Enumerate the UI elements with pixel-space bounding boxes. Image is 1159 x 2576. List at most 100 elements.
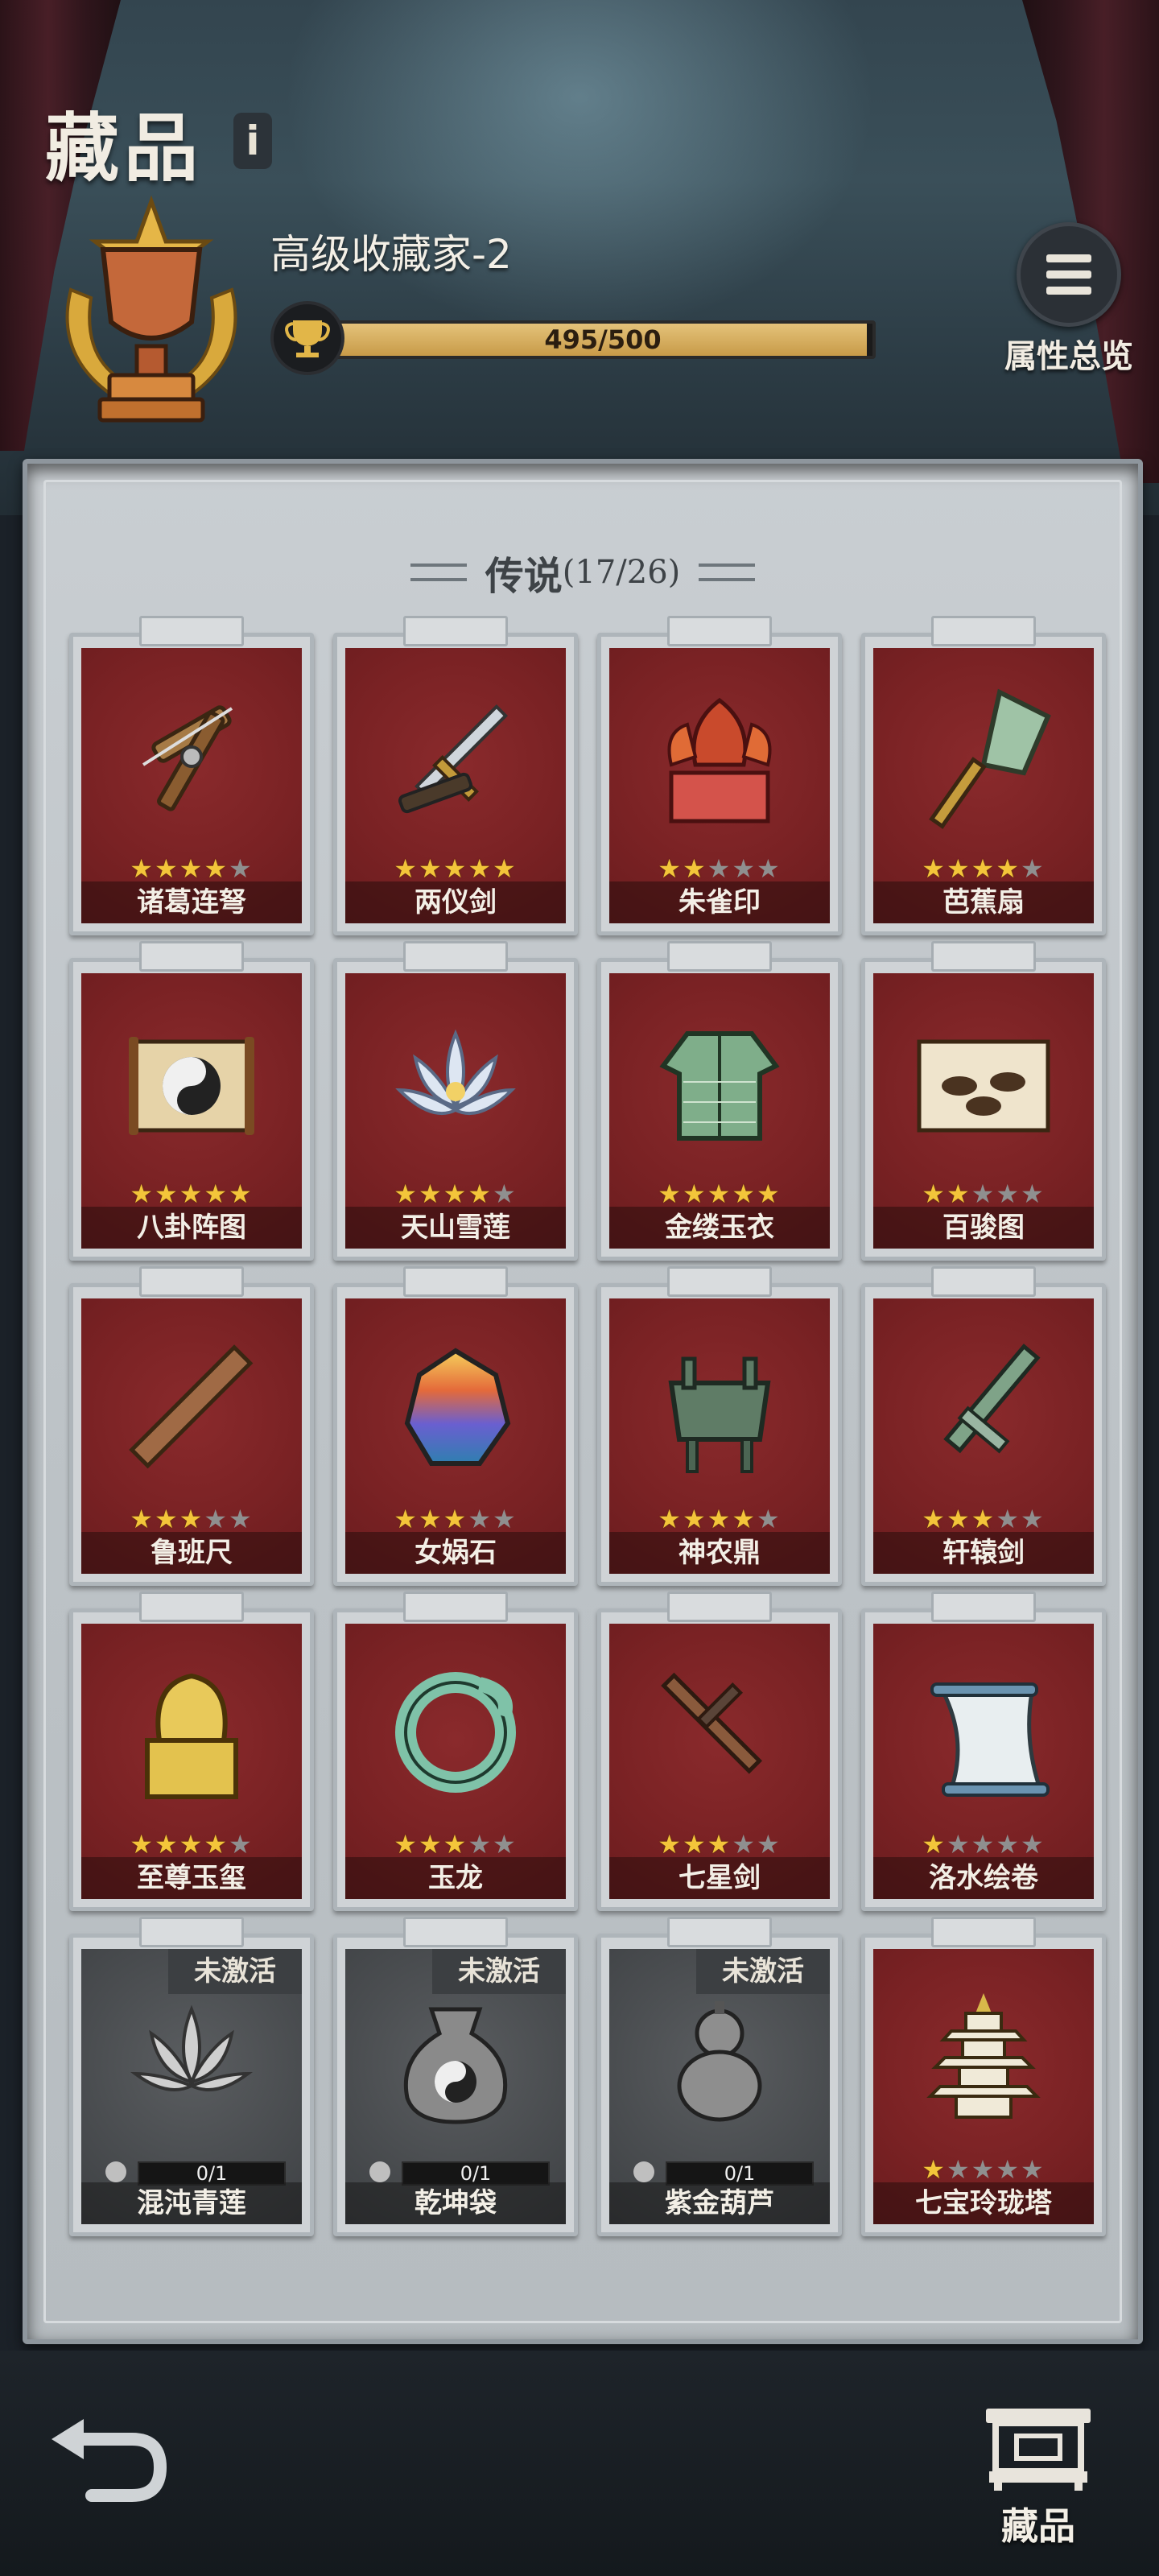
- collection-card[interactable]: 未激活 0/1 乾坤袋: [333, 1917, 578, 2236]
- card-name: 八卦阵图: [81, 1207, 302, 1249]
- star-empty-icon: ★: [229, 1829, 254, 1860]
- star-empty-icon: ★: [204, 1504, 229, 1534]
- collection-card[interactable]: ★★★★★ 天山雪莲: [333, 941, 578, 1261]
- xp-progress-bar: 495/500: [330, 320, 876, 359]
- star-rating: ★★★★★: [873, 1506, 1094, 1532]
- collection-card[interactable]: ★★★★★ 七宝玲珑塔: [861, 1917, 1106, 2236]
- card-face: ★★★★★ 芭蕉扇: [873, 648, 1094, 923]
- collection-card[interactable]: ★★★★★ 两仪剑: [333, 616, 578, 935]
- section-title: 传说: [485, 554, 563, 599]
- card-clip: [931, 941, 1036, 972]
- star-rating: ★★★★★: [873, 1181, 1094, 1207]
- star-filled-icon: ★: [229, 1179, 254, 1209]
- card-clip: [667, 1917, 772, 1947]
- bagua-pouch-icon: [345, 1973, 566, 2142]
- card-name: 乾坤袋: [345, 2182, 566, 2224]
- star-filled-icon: ★: [682, 853, 707, 884]
- star-empty-icon: ★: [757, 853, 782, 884]
- fan-icon: [873, 672, 1094, 841]
- star-filled-icon: ★: [418, 1179, 443, 1209]
- star-rating: ★★★★★: [81, 1831, 302, 1857]
- card-clip: [667, 616, 772, 646]
- card-face: ★★★★★ 金缕玉衣: [609, 973, 830, 1249]
- card-clip: [931, 1266, 1036, 1297]
- star-empty-icon: ★: [757, 1829, 782, 1860]
- star-filled-icon: ★: [204, 853, 229, 884]
- card-face: ★★★★★ 鲁班尺: [81, 1298, 302, 1574]
- star-filled-icon: ★: [179, 853, 204, 884]
- cabinet-icon: [986, 2409, 1091, 2491]
- card-name: 七宝玲珑塔: [873, 2182, 1094, 2224]
- collection-card[interactable]: 未激活 0/1 混沌青莲: [69, 1917, 314, 2236]
- star-empty-icon: ★: [1021, 2154, 1046, 2185]
- collection-tab-button[interactable]: 藏品: [958, 2404, 1119, 2557]
- star-empty-icon: ★: [971, 1829, 996, 1860]
- fragment-icon: [633, 2161, 654, 2182]
- collection-card[interactable]: ★★★★★ 神农鼎: [597, 1266, 842, 1586]
- collection-card[interactable]: ★★★★★ 芭蕉扇: [861, 616, 1106, 935]
- star-filled-icon: ★: [468, 853, 493, 884]
- star-rating: ★★★★★: [81, 856, 302, 881]
- star-empty-icon: ★: [971, 2154, 996, 2185]
- info-icon[interactable]: i: [233, 113, 272, 169]
- card-face: ★★★★★ 神农鼎: [609, 1298, 830, 1574]
- card-clip: [931, 1917, 1036, 1947]
- star-filled-icon: ★: [707, 1504, 732, 1534]
- star-empty-icon: ★: [946, 1829, 971, 1860]
- collection-card[interactable]: 未激活 0/1 紫金葫芦: [597, 1917, 842, 2236]
- back-button[interactable]: [43, 2415, 172, 2520]
- collection-card[interactable]: ★★★★★ 百骏图: [861, 941, 1106, 1261]
- card-name: 天山雪莲: [345, 1207, 566, 1249]
- star-filled-icon: ★: [971, 1504, 996, 1534]
- collection-panel[interactable]: 传说(17/26) ★★★★★ 诸葛连弩 ★★★★★ 两仪剑 ★★★★★ 朱雀印 ★★★★★…: [23, 459, 1143, 2344]
- jade-dragon-icon: [345, 1648, 566, 1817]
- collection-card[interactable]: ★★★★★ 轩辕剑: [861, 1266, 1106, 1586]
- card-clip: [931, 616, 1036, 646]
- collection-card[interactable]: ★★★★★ 洛水绘卷: [861, 1591, 1106, 1911]
- star-filled-icon: ★: [922, 2154, 947, 2185]
- star-filled-icon: ★: [658, 1829, 683, 1860]
- collection-card[interactable]: ★★★★★ 鲁班尺: [69, 1266, 314, 1586]
- collection-card[interactable]: ★★★★★ 女娲石: [333, 1266, 578, 1586]
- card-name: 神农鼎: [609, 1532, 830, 1574]
- rainbow-stone-icon: [345, 1323, 566, 1492]
- collection-card[interactable]: ★★★★★ 金缕玉衣: [597, 941, 842, 1261]
- collection-card[interactable]: ★★★★★ 诸葛连弩: [69, 616, 314, 935]
- star-filled-icon: ★: [707, 1179, 732, 1209]
- trophy-rank-icon: [47, 193, 256, 435]
- fragment-icon: [105, 2161, 126, 2182]
- star-empty-icon: ★: [707, 853, 732, 884]
- attribute-overview-button[interactable]: 属性总览: [988, 222, 1149, 375]
- star-filled-icon: ★: [204, 1179, 229, 1209]
- collection-card[interactable]: ★★★★★ 至尊玉玺: [69, 1591, 314, 1911]
- star-filled-icon: ★: [418, 1829, 443, 1860]
- inactive-tag: 未激活: [696, 1949, 830, 1994]
- card-name: 百骏图: [873, 1207, 1094, 1249]
- collection-card[interactable]: ★★★★★ 七星剑: [597, 1591, 842, 1911]
- collection-card[interactable]: ★★★★★ 玉龙: [333, 1591, 578, 1911]
- unlock-progress: 0/1: [369, 2160, 550, 2186]
- collection-card[interactable]: ★★★★★ 朱雀印: [597, 616, 842, 935]
- star-filled-icon: ★: [130, 1829, 155, 1860]
- star-rating: ★★★★★: [873, 2157, 1094, 2182]
- star-filled-icon: ★: [443, 1179, 468, 1209]
- collection-card[interactable]: ★★★★★ 八卦阵图: [69, 941, 314, 1261]
- unlock-progress: 0/1: [105, 2160, 286, 2186]
- horse-painting-icon: [873, 997, 1094, 1166]
- star-empty-icon: ★: [229, 853, 254, 884]
- lotus-icon: [345, 997, 566, 1166]
- seven-star-sword-icon: [609, 1648, 830, 1817]
- star-filled-icon: ★: [946, 1504, 971, 1534]
- star-filled-icon: ★: [757, 1179, 782, 1209]
- card-face: ★★★★★ 诸葛连弩: [81, 648, 302, 923]
- card-face: 未激活 0/1 紫金葫芦: [609, 1949, 830, 2224]
- card-face: 未激活 0/1 乾坤袋: [345, 1949, 566, 2224]
- card-face: ★★★★★ 至尊玉玺: [81, 1624, 302, 1899]
- star-filled-icon: ★: [682, 1179, 707, 1209]
- cauldron-icon: [609, 1323, 830, 1492]
- star-rating: ★★★★★: [345, 1506, 566, 1532]
- gourd-icon: [609, 1973, 830, 2142]
- star-filled-icon: ★: [204, 1829, 229, 1860]
- bagua-scroll-icon: [81, 997, 302, 1166]
- star-rating: ★★★★★: [81, 1506, 302, 1532]
